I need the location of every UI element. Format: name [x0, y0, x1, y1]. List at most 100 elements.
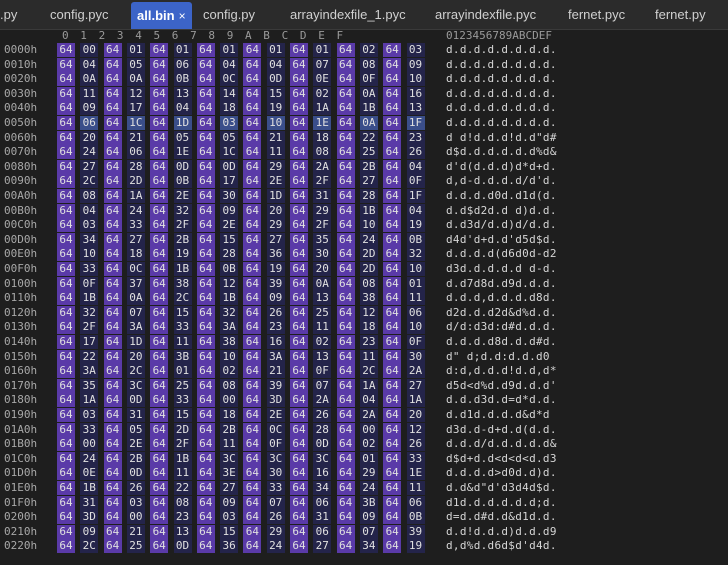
hex-byte[interactable]: 01 [173, 43, 192, 57]
hex-byte[interactable]: 64 [290, 481, 308, 495]
hex-byte[interactable]: 3B [359, 495, 378, 510]
hex-byte[interactable]: 01 [359, 451, 378, 466]
hex-byte[interactable]: 64 [243, 276, 262, 291]
hex-byte[interactable]: 2E [266, 174, 285, 189]
hex-byte[interactable]: 2D [126, 174, 145, 189]
tab-arrayindexfile-pyc[interactable]: arrayindexfile.pyc [435, 0, 536, 29]
hex-byte[interactable]: 2F [80, 320, 99, 335]
hex-byte[interactable]: 64 [243, 218, 262, 233]
hex-byte[interactable]: 64 [336, 305, 355, 320]
hex-byte[interactable]: 64 [57, 218, 75, 233]
hex-byte[interactable]: 0D [266, 72, 285, 87]
hex-byte[interactable]: 64 [290, 437, 308, 452]
hex-byte[interactable]: 64 [383, 232, 402, 247]
hex-byte[interactable]: 0F [266, 437, 285, 452]
hex-byte[interactable]: 15 [220, 524, 239, 539]
hex-byte[interactable]: 64 [383, 349, 402, 364]
hex-byte[interactable]: 64 [290, 72, 308, 87]
hex-byte[interactable]: 64 [243, 378, 262, 393]
hex-byte[interactable]: 31 [126, 408, 145, 422]
hex-byte[interactable]: 33 [80, 262, 99, 276]
hex-byte[interactable]: 64 [150, 349, 169, 364]
hex-byte[interactable]: 64 [150, 524, 169, 539]
hex-byte[interactable]: 10 [406, 262, 425, 276]
hex-byte[interactable]: 08 [220, 378, 239, 393]
hex-byte[interactable]: 21 [266, 364, 285, 379]
hex-byte[interactable]: 64 [336, 466, 355, 481]
hex-byte[interactable]: 64 [57, 174, 75, 189]
hex-byte[interactable]: 09 [220, 203, 239, 218]
hex-byte[interactable]: 08 [80, 189, 99, 203]
hex-byte[interactable]: 64 [196, 422, 215, 437]
hex-byte[interactable]: 27 [406, 378, 425, 393]
hex-byte[interactable]: 24 [126, 203, 145, 218]
hex-byte[interactable]: 64 [196, 232, 215, 247]
hex-byte[interactable]: 15 [266, 86, 285, 101]
hex-byte[interactable]: 64 [150, 247, 169, 262]
hex-byte[interactable]: 08 [313, 145, 332, 160]
hex-byte[interactable]: 2F [173, 218, 192, 233]
hex-byte[interactable]: 23 [406, 130, 425, 145]
hex-byte[interactable]: 12 [406, 422, 425, 437]
hex-byte[interactable]: 64 [383, 291, 402, 306]
hex-byte[interactable]: 64 [196, 349, 215, 364]
hex-byte[interactable]: 21 [126, 524, 145, 539]
hex-byte[interactable]: 28 [126, 159, 145, 174]
hex-byte[interactable]: 64 [336, 174, 355, 189]
hex-byte[interactable]: 64 [290, 510, 308, 525]
hex-byte[interactable]: 10 [406, 72, 425, 87]
hex-row[interactable]: 01D0h 64 0E 64 0D 64 11 64 3E 64 30 64 16 64 29 64 1E d.d… [0, 466, 728, 481]
hex-byte[interactable]: 12 [220, 276, 239, 291]
hex-byte[interactable]: 04 [406, 159, 425, 174]
hex-byte[interactable]: 0E [80, 466, 99, 481]
hex-byte[interactable]: 64 [103, 189, 122, 203]
row-ascii[interactable]: d.d.d.d.d.d.d.d. [446, 43, 557, 57]
hex-byte[interactable]: 64 [290, 276, 308, 291]
hex-byte[interactable]: 64 [383, 481, 402, 495]
hex-byte[interactable]: 0B [173, 174, 192, 189]
hex-byte[interactable]: 64 [150, 437, 169, 452]
hex-byte[interactable]: 64 [243, 539, 262, 554]
hex-byte[interactable]: 00 [80, 43, 99, 57]
hex-byte[interactable]: 1B [173, 451, 192, 466]
hex-byte[interactable]: 64 [336, 232, 355, 247]
hex-byte[interactable]: 64 [103, 262, 122, 276]
hex-byte[interactable]: 64 [103, 43, 122, 57]
hex-byte[interactable]: 2B [220, 422, 239, 437]
hex-byte[interactable]: 64 [383, 305, 402, 320]
hex-byte[interactable]: 03 [80, 218, 99, 233]
hex-byte[interactable]: 64 [196, 320, 215, 335]
hex-byte[interactable]: 07 [266, 495, 285, 510]
hex-byte[interactable]: 64 [57, 422, 75, 437]
hex-byte[interactable]: 13 [173, 524, 192, 539]
hex-byte[interactable]: 39 [266, 276, 285, 291]
hex-byte[interactable]: 64 [336, 495, 355, 510]
hex-byte[interactable]: 1B [359, 203, 378, 218]
hex-byte[interactable]: 64 [243, 320, 262, 335]
hex-byte[interactable]: 23 [359, 335, 378, 349]
hex-byte[interactable]: 64 [383, 43, 402, 57]
hex-byte[interactable]: 22 [359, 130, 378, 145]
hex-byte[interactable]: 64 [383, 218, 402, 233]
hex-byte[interactable]: 31 [313, 510, 332, 525]
hex-byte[interactable]: 25 [173, 378, 192, 393]
hex-byte[interactable]: 64 [383, 393, 402, 408]
hex-row[interactable]: 0170h 64 35 64 3C 64 25 64 08 64 39 64 07 64 1A 64 27 d5d… [0, 378, 728, 393]
hex-byte[interactable]: 09 [80, 101, 99, 116]
hex-byte[interactable]: 38 [173, 276, 192, 291]
hex-byte[interactable]: 13 [313, 349, 332, 364]
hex-byte[interactable]: 64 [243, 159, 262, 174]
hex-byte[interactable]: 04 [266, 57, 285, 72]
hex-byte[interactable]: 64 [336, 262, 355, 276]
hex-byte[interactable]: 64 [150, 130, 169, 145]
hex-row[interactable]: 0190h 64 03 64 31 64 15 64 18 64 2E 64 26 64 2A 64 20 d.d… [0, 408, 728, 422]
hex-byte[interactable]: 04 [80, 57, 99, 72]
hex-row[interactable]: 0010h 64 04 64 05 64 06 64 04 64 04 64 07 64 08 64 09 d.d… [0, 57, 728, 72]
hex-byte[interactable]: 64 [150, 364, 169, 379]
hex-byte[interactable]: 64 [290, 174, 308, 189]
hex-byte[interactable]: 27 [80, 159, 99, 174]
hex-byte[interactable]: 64 [57, 378, 75, 393]
row-ascii[interactable]: d d!d.d.d!d.d"d# [446, 131, 557, 145]
hex-byte[interactable]: 64 [103, 378, 122, 393]
hex-byte[interactable]: 04 [359, 393, 378, 408]
